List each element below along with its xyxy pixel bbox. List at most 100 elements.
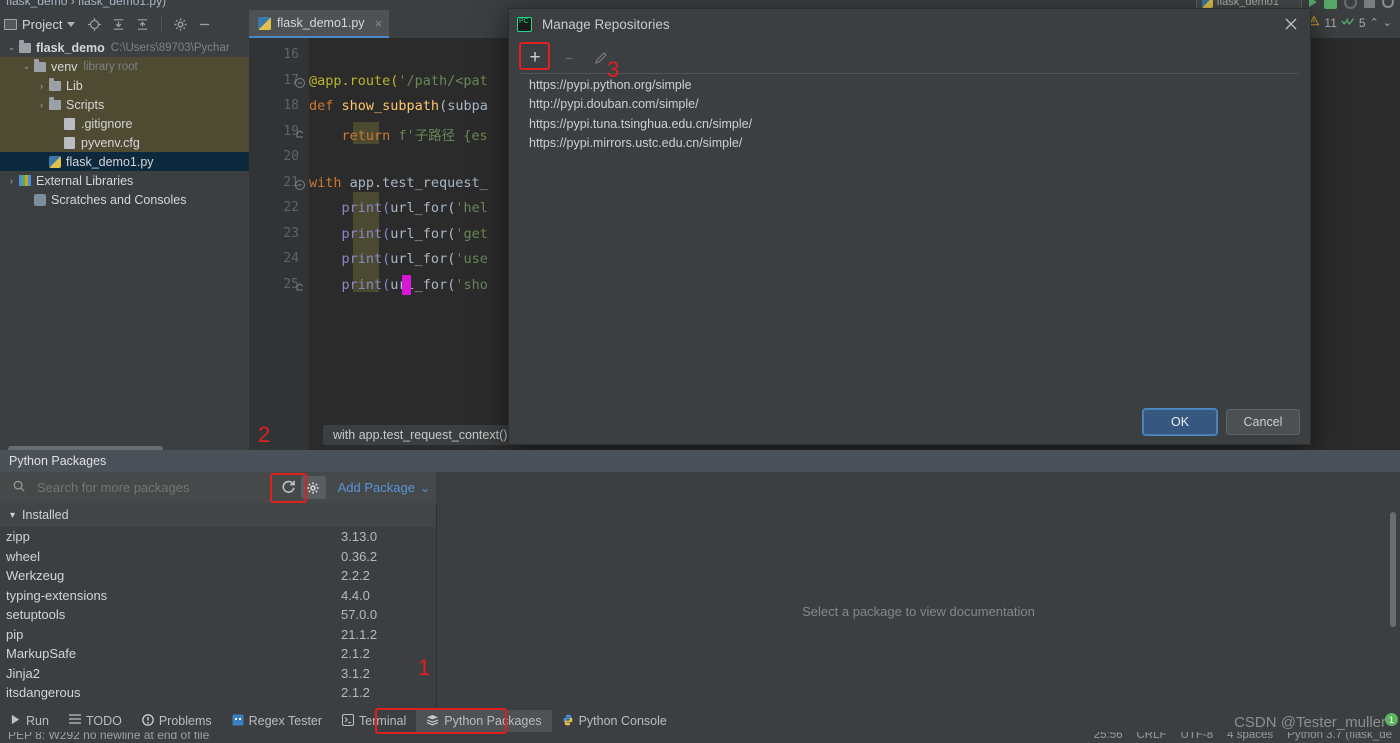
package-row[interactable]: typing-extensions 4.4.0 [0, 586, 436, 606]
tree-node-scratches-and-consoles[interactable]: Scratches and Consoles [0, 190, 249, 209]
search-input[interactable] [35, 479, 225, 496]
status-caret[interactable]: 25:56 [1094, 732, 1123, 741]
coverage-icon[interactable] [1344, 0, 1357, 9]
repository-list-item[interactable]: https://pypi.python.org/simple [520, 75, 1299, 95]
tree-node-subtitle: library root [83, 60, 138, 73]
package-row[interactable]: MarkupSafe 2.1.2 [0, 644, 436, 664]
code-token: url_for( [390, 225, 456, 242]
code-token: print( [341, 276, 391, 293]
bottom-tab-python-console[interactable]: Python Console [552, 710, 677, 732]
fold-collapse-icon[interactable] [295, 76, 305, 88]
bottom-tab-label: Run [26, 714, 49, 728]
tree-expand-arrow[interactable]: › [36, 81, 47, 91]
inspection-widget[interactable]: 11 5 ⌃ ⌄ [1308, 15, 1392, 30]
code-line[interactable]: print(url_for('use [309, 251, 488, 267]
expand-all-icon[interactable] [111, 17, 126, 32]
code-line[interactable]: print(url_for('get [309, 226, 488, 242]
code-line[interactable]: print(url_for('sho [309, 277, 488, 293]
bottom-tab-terminal[interactable]: Terminal [332, 710, 416, 732]
status-interpreter[interactable]: Python 3.7 (flask_de [1287, 732, 1392, 741]
repository-list-item[interactable]: https://pypi.mirrors.ustc.edu.cn/simple/ [520, 134, 1299, 154]
chevron-down-icon: ▾ [10, 509, 16, 521]
tree-node-lib[interactable]: › Lib [0, 76, 249, 95]
project-tree[interactable]: ⌄ flask_demo C:\Users\89703\Pychar ⌄ venv lib… [0, 38, 249, 442]
code-block-bracket-icon[interactable] [295, 280, 305, 290]
stop-icon[interactable] [1364, 0, 1375, 8]
tree-node--gitignore[interactable]: .gitignore [0, 114, 249, 133]
hide-panel-icon[interactable] [197, 17, 212, 32]
fold-collapse-icon[interactable] [295, 178, 305, 190]
package-row[interactable]: zipp 3.13.0 [0, 527, 436, 547]
close-icon[interactable]: × [375, 16, 383, 31]
project-panel-title: Project [22, 16, 63, 32]
run-icon[interactable] [1309, 0, 1317, 7]
code-block-bracket-icon[interactable] [295, 127, 305, 137]
tree-node-flask-demo1-py[interactable]: flask_demo1.py [0, 152, 249, 171]
repository-list-item[interactable]: http://pypi.douban.com/simple/ [520, 95, 1299, 115]
repository-list[interactable]: https://pypi.python.org/simple http://pyp… [520, 75, 1299, 396]
package-row[interactable]: Jinja2 3.1.2 [0, 664, 436, 684]
status-line-sep[interactable]: CRLF [1137, 732, 1167, 741]
installed-packages-list[interactable]: ▾ Installed zipp 3.13.0 wheel 0.36.2 Werkzeu… [0, 503, 436, 720]
collapse-all-icon[interactable] [135, 17, 150, 32]
tree-expand-arrow[interactable]: › [36, 100, 47, 110]
status-encoding[interactable]: UTF-8 [1181, 732, 1214, 741]
bottom-tab-todo[interactable]: TODO [59, 710, 132, 732]
bottom-tab-label: Regex Tester [248, 714, 323, 728]
package-version: 2.1.2 [341, 685, 370, 701]
bottom-tab-python-packages[interactable]: Python Packages [416, 710, 552, 732]
add-repository-button[interactable]: + [520, 45, 550, 71]
manage-repositories-dialog: Manage Repositories + − https://pypi.pyt… [508, 8, 1311, 445]
debug-icon[interactable] [1324, 0, 1337, 9]
tree-node-venv[interactable]: ⌄ venv library root [0, 57, 249, 76]
code-line[interactable]: with app.test_request_ [309, 175, 488, 191]
tree-node-external-libraries[interactable]: › External Libraries [0, 171, 249, 190]
search-everywhere-icon[interactable] [1382, 0, 1394, 8]
gear-icon[interactable] [173, 17, 188, 32]
code-line[interactable]: print(url_for('hel [309, 200, 488, 216]
tree-node-flask-demo[interactable]: ⌄ flask_demo C:\Users\89703\Pychar [0, 38, 249, 57]
tree-node-label: pyvenv.cfg [81, 135, 140, 150]
bottom-tab-problems[interactable]: Problems [132, 710, 222, 732]
prev-problem-icon[interactable]: ⌃ [1370, 16, 1379, 29]
tree-expand-arrow[interactable]: › [6, 176, 17, 186]
line-number: 20 [283, 149, 299, 164]
cancel-button[interactable]: Cancel [1226, 409, 1300, 435]
tree-node-pyvenv-cfg[interactable]: pyvenv.cfg [0, 133, 249, 152]
code-line[interactable]: return f'子路径 {es [309, 124, 488, 144]
locate-icon[interactable] [87, 17, 102, 32]
package-row[interactable]: wheel 0.36.2 [0, 547, 436, 567]
bottom-tab-regex-tester[interactable]: Regex Tester [222, 710, 332, 732]
ok-button[interactable]: OK [1143, 409, 1217, 435]
tree-expand-arrow[interactable]: ⌄ [21, 61, 32, 72]
editor-gutter[interactable]: 16 17 18 19 20 21 22 23 24 25 [249, 38, 309, 450]
refresh-icon[interactable] [280, 478, 297, 498]
repository-list-item[interactable]: https://pypi.tuna.tsinghua.edu.cn/simple… [520, 114, 1299, 134]
package-row[interactable]: itsdangerous 2.1.2 [0, 683, 436, 703]
add-package-button[interactable]: Add Package ⌄ [338, 480, 430, 495]
package-row[interactable]: Werkzeug 2.2.2 [0, 566, 436, 586]
code-token: 'hel [455, 200, 488, 216]
breadcrumb[interactable]: with app.test_request_context() [323, 425, 518, 445]
project-view-selector[interactable]: Project [4, 16, 76, 32]
pycharm-logo-icon [517, 16, 532, 32]
close-icon[interactable] [1282, 15, 1300, 33]
bottom-tab-run[interactable]: Run [0, 710, 59, 732]
code-line[interactable]: @app.route('/path/<pat [309, 73, 488, 89]
tree-expand-arrow[interactable]: ⌄ [6, 42, 17, 53]
editor-tab-flask-demo1[interactable]: flask_demo1.py × [249, 10, 390, 38]
code-line[interactable]: def show_subpath(subpa [309, 98, 488, 114]
status-bar-right[interactable]: 25:56 CRLF UTF-8 4 spaces Python 3.7 (flask_… [1080, 732, 1392, 741]
status-indent[interactable]: 4 spaces [1227, 732, 1273, 741]
package-row[interactable]: setuptools 57.0.0 [0, 605, 436, 625]
packages-settings-gear-button[interactable] [300, 476, 326, 499]
chevron-down-icon[interactable] [67, 21, 76, 27]
installed-group-header[interactable]: ▾ Installed [0, 503, 436, 527]
search-box[interactable] [0, 479, 280, 496]
code-token: print( [341, 200, 391, 216]
package-row[interactable]: pip 21.1.2 [0, 625, 436, 645]
tree-node-scripts[interactable]: › Scripts [0, 95, 249, 114]
repository-toolbar: + − [520, 43, 1299, 73]
next-problem-icon[interactable]: ⌄ [1383, 16, 1392, 29]
